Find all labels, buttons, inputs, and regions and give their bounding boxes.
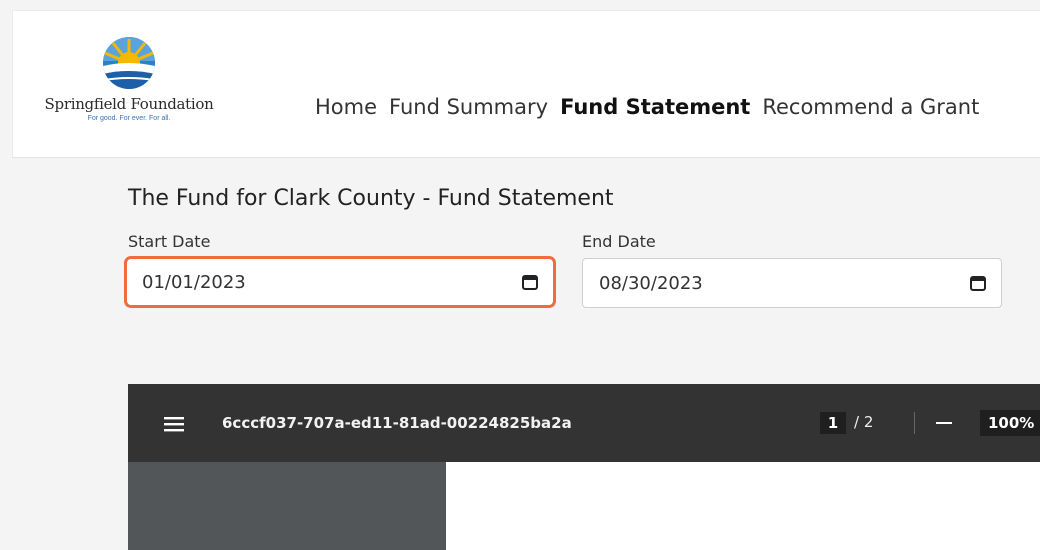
document-page <box>446 462 1040 550</box>
logo-tagline: For good. For ever. For all. <box>87 115 171 122</box>
thumbnail-panel <box>128 462 446 550</box>
toolbar-divider <box>914 412 915 434</box>
sun-logo-icon <box>103 37 155 89</box>
start-date-label: Start Date <box>128 232 211 251</box>
page-title: The Fund for Clark County - Fund Stateme… <box>128 186 614 211</box>
site-header: Springfield Foundation For good. For eve… <box>12 10 1040 158</box>
nav-fund-summary[interactable]: Fund Summary <box>389 95 548 119</box>
calendar-icon[interactable] <box>521 273 539 291</box>
pdf-toolbar: 6cccf037-707a-ed11-81ad-00224825ba2a 1 /… <box>128 384 1040 462</box>
pdf-viewer: 6cccf037-707a-ed11-81ad-00224825ba2a 1 /… <box>128 384 1040 550</box>
logo[interactable]: Springfield Foundation For good. For eve… <box>39 35 219 135</box>
hamburger-menu-icon[interactable] <box>164 416 184 432</box>
zoom-out-icon[interactable] <box>936 422 952 424</box>
zoom-level-select[interactable]: 100% <box>980 410 1040 436</box>
page-total: / 2 <box>854 413 874 431</box>
logo-name: Springfield Foundation <box>44 95 214 113</box>
nav-home[interactable]: Home <box>315 95 377 119</box>
nav-fund-statement[interactable]: Fund Statement <box>560 95 750 119</box>
end-date-value: 08/30/2023 <box>599 272 703 294</box>
nav-recommend-grant[interactable]: Recommend a Grant <box>762 95 979 119</box>
page-number-input[interactable]: 1 <box>820 412 846 434</box>
start-date-input[interactable]: 01/01/2023 <box>124 256 556 308</box>
document-id: 6cccf037-707a-ed11-81ad-00224825ba2a <box>222 414 572 432</box>
end-date-input[interactable]: 08/30/2023 <box>582 258 1002 308</box>
calendar-icon[interactable] <box>969 274 987 292</box>
main-nav: Home Fund Summary Fund Statement Recomme… <box>315 95 991 119</box>
start-date-value: 01/01/2023 <box>142 271 246 293</box>
end-date-label: End Date <box>582 232 656 251</box>
